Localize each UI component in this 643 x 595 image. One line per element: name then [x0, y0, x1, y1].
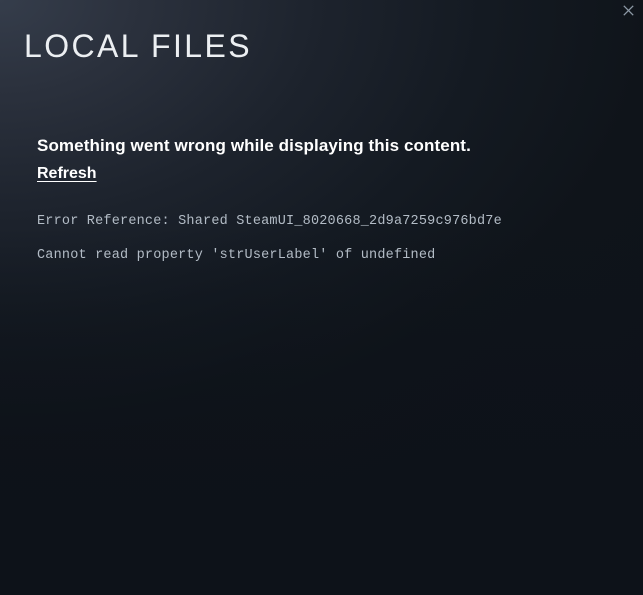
error-reference: Error Reference: Shared SteamUI_8020668_…	[37, 214, 502, 230]
page-title: LOCAL FILES	[24, 28, 252, 64]
refresh-link[interactable]: Refresh	[37, 165, 97, 183]
error-panel: Something went wrong while displaying th…	[37, 136, 619, 263]
local-files-window: LOCAL FILES Something went wrong while d…	[0, 0, 643, 595]
close-button[interactable]	[613, 0, 643, 20]
close-icon	[622, 4, 634, 16]
error-headline: Something went wrong while displaying th…	[37, 136, 471, 155]
error-details: Error Reference: Shared SteamUI_8020668_…	[37, 214, 619, 263]
error-message: Cannot read property 'strUserLabel' of u…	[37, 247, 436, 263]
